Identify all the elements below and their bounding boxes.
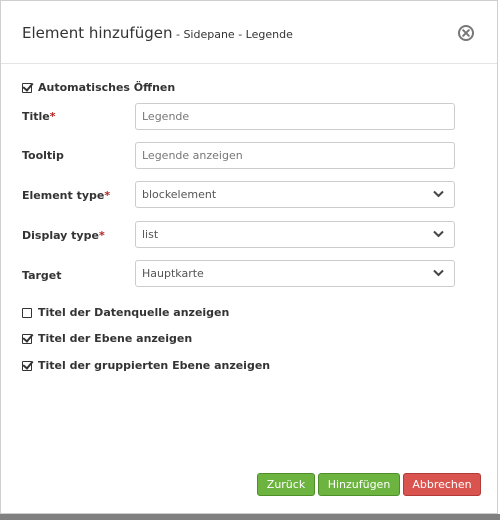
element-type-required-mark: * [104, 189, 111, 202]
target-value: Hauptkarte [142, 267, 204, 280]
auto-open-checkbox-row[interactable]: Automatisches Öffnen [22, 81, 175, 94]
target-select[interactable]: Hauptkarte [135, 260, 455, 287]
show-layer-checkbox[interactable] [22, 333, 32, 344]
chevron-down-icon [433, 230, 444, 238]
dialog-title-main: Element hinzufügen [22, 24, 173, 42]
back-button[interactable]: Zurück [257, 473, 315, 496]
tooltip-label: Tooltip [22, 149, 64, 162]
dialog-subtitle: - Sidepane - Legende [172, 28, 293, 41]
show-grouped-layer-label: Titel der gruppierten Ebene anzeigen [38, 359, 271, 372]
target-label: Target [22, 269, 62, 282]
auto-open-checkbox[interactable] [22, 82, 32, 93]
display-type-label-text: Display type [22, 229, 99, 242]
close-circle-icon [458, 25, 474, 41]
chevron-down-icon [433, 190, 444, 198]
display-type-required-mark: * [98, 229, 105, 242]
auto-open-label: Automatisches Öffnen [38, 81, 176, 94]
tooltip-input[interactable] [135, 142, 455, 169]
cancel-button[interactable]: Abbrechen [403, 473, 481, 496]
title-label-text: Title [22, 110, 50, 123]
title-input[interactable] [135, 103, 455, 130]
add-element-dialog: Element hinzufügen - Sidepane - Legende … [0, 0, 498, 514]
element-type-select[interactable]: blockelement [135, 181, 455, 208]
display-type-label: Display type* [22, 229, 105, 242]
dialog-header: Element hinzufügen - Sidepane - Legende [1, 1, 497, 64]
show-layer-label: Titel der Ebene anzeigen [38, 332, 193, 345]
show-layer-checkbox-row[interactable]: Titel der Ebene anzeigen [22, 332, 192, 345]
title-label: Title* [22, 110, 56, 123]
element-type-label-text: Element type [22, 189, 105, 202]
element-type-label: Element type* [22, 189, 110, 202]
chevron-down-icon [433, 269, 444, 277]
display-type-select[interactable]: list [135, 221, 455, 248]
show-grouped-layer-checkbox-row[interactable]: Titel der gruppierten Ebene anzeigen [22, 359, 270, 372]
show-datasource-label: Titel der Datenquelle anzeigen [38, 306, 230, 319]
show-datasource-checkbox-row[interactable]: Titel der Datenquelle anzeigen [22, 306, 229, 319]
add-button[interactable]: Hinzufügen [318, 473, 400, 496]
title-required-mark: * [49, 110, 56, 123]
footer-bar [0, 514, 500, 520]
show-datasource-checkbox[interactable] [22, 307, 32, 318]
dialog-title: Element hinzufügen - Sidepane - Legende [22, 24, 293, 42]
close-button[interactable] [458, 25, 474, 41]
element-type-value: blockelement [142, 188, 217, 201]
show-grouped-layer-checkbox[interactable] [22, 360, 32, 371]
display-type-value: list [142, 228, 159, 241]
